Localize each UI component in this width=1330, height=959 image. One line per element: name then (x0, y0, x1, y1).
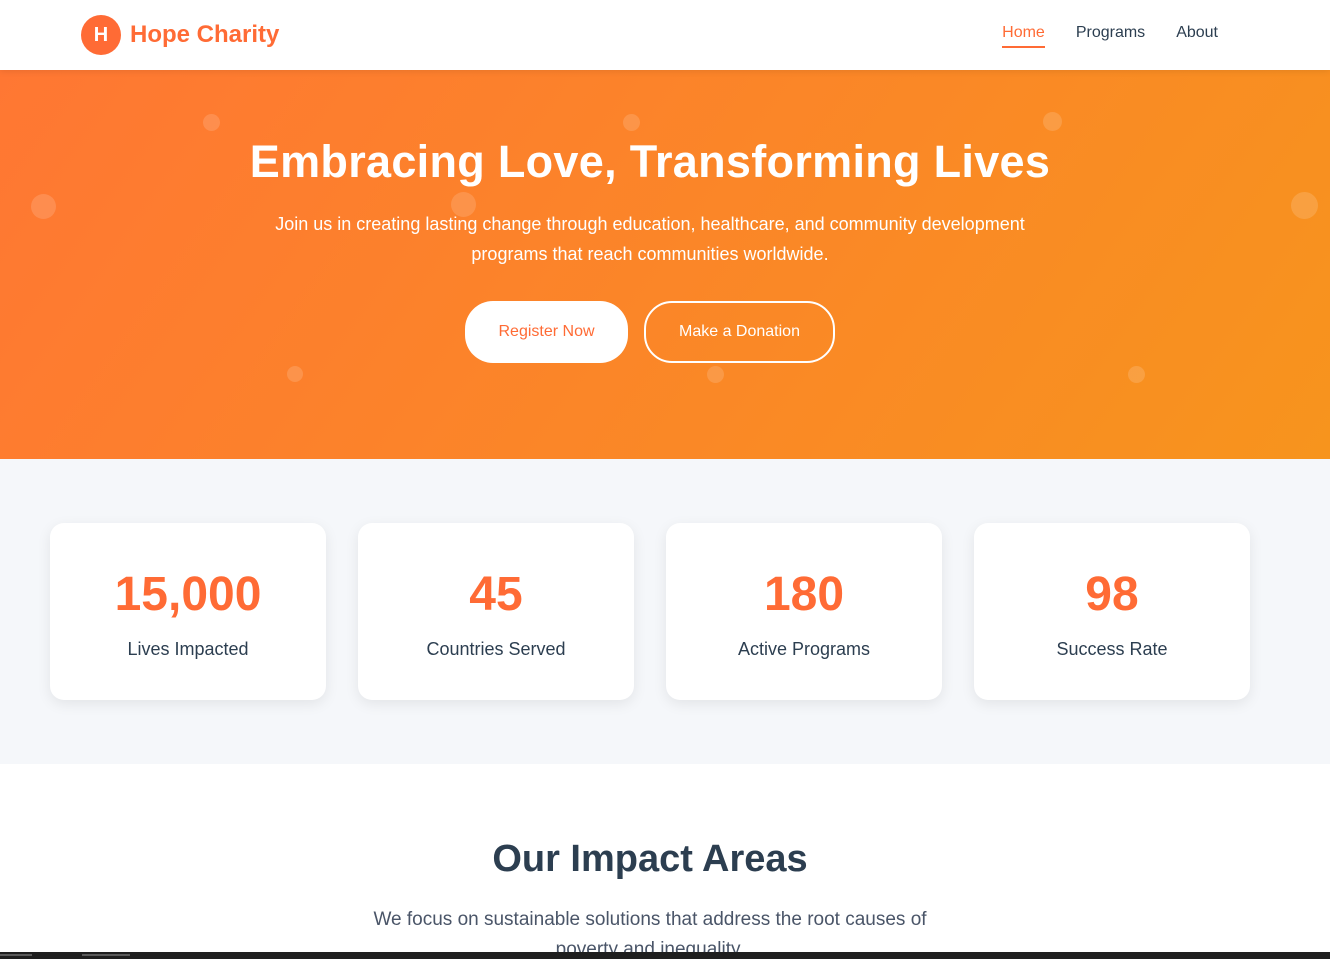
stat-label: Active Programs (737, 639, 871, 659)
nav-about[interactable]: About (1176, 24, 1218, 48)
stat-card-success: 98 Success Rate (974, 523, 1250, 700)
stat-label: Success Rate (1056, 639, 1168, 659)
site-header: H Hope Charity Home Programs About (0, 0, 1330, 70)
impact-section-subtitle: We focus on sustainable solutions that a… (373, 909, 927, 959)
stat-value: 45 (469, 568, 523, 621)
main-nav: Home Programs About (1002, 24, 1218, 48)
decorative-dot (203, 114, 220, 131)
stat-card-lives: 15,000 Lives Impacted (50, 523, 326, 700)
decorative-dot (623, 114, 640, 131)
hero-title: Embracing Love, Transforming Lives (249, 136, 1051, 187)
bottom-scrollbar[interactable] (0, 952, 1330, 959)
scrollbar-segment (82, 954, 130, 956)
decorative-dot (1043, 112, 1062, 131)
decorative-dot (1291, 192, 1318, 219)
hero-section: Embracing Love, Transforming Lives Join … (0, 70, 1330, 459)
brand-logo[interactable]: H Hope Charity (81, 15, 279, 55)
decorative-dot (707, 366, 724, 383)
hero-subtitle: Join us in creating lasting change throu… (275, 214, 1025, 264)
nav-programs[interactable]: Programs (1076, 24, 1145, 48)
stat-value: 180 (763, 568, 845, 621)
register-now-button[interactable]: Register Now (465, 301, 628, 363)
logo-icon: H (81, 15, 121, 55)
decorative-dot (1128, 366, 1145, 383)
nav-home[interactable]: Home (1002, 24, 1045, 48)
stat-value: 15,000 (114, 568, 262, 621)
brand-name: Hope Charity (130, 21, 280, 48)
make-donation-button[interactable]: Make a Donation (644, 301, 835, 363)
stat-label: Countries Served (426, 639, 566, 659)
scrollbar-thumb[interactable] (0, 954, 32, 956)
stat-value: 98 (1085, 568, 1139, 621)
stat-card-programs: 180 Active Programs (666, 523, 942, 700)
decorative-dot (31, 194, 56, 219)
decorative-dot (287, 366, 303, 382)
stat-label: Lives Impacted (127, 639, 249, 659)
impact-section-title: Our Impact Areas (492, 838, 808, 880)
stats-section: 15,000 Lives Impacted 45 Countries Serve… (0, 459, 1330, 764)
stat-card-countries: 45 Countries Served (358, 523, 634, 700)
